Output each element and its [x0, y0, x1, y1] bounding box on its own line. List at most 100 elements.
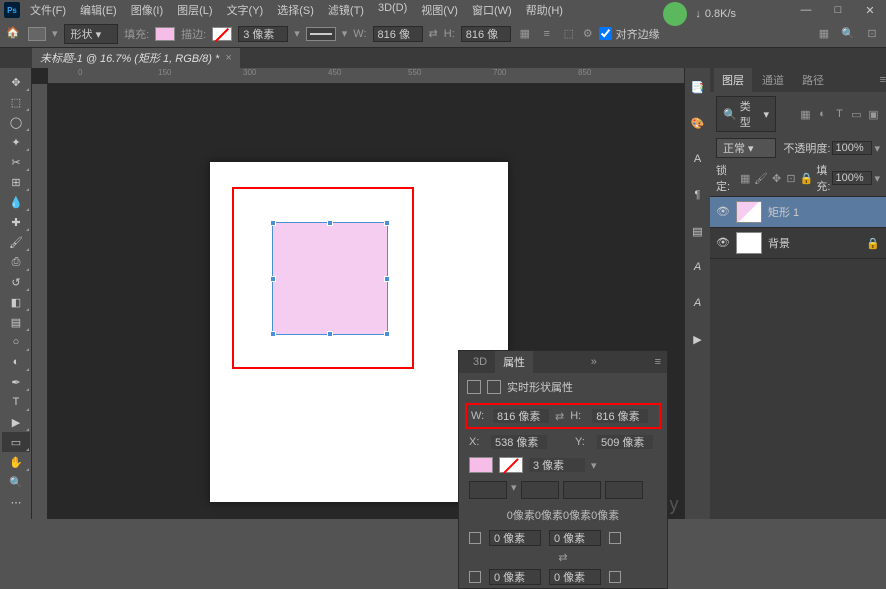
- layer-row-rect1[interactable]: 👁 矩形 1: [710, 197, 886, 228]
- history-brush-tool[interactable]: ↺: [2, 272, 30, 292]
- width-input[interactable]: [373, 26, 423, 42]
- color-dock-icon[interactable]: 🎨: [689, 114, 707, 132]
- layer-name[interactable]: 背景: [768, 235, 860, 251]
- lock-trans-icon[interactable]: ▦: [739, 171, 750, 185]
- filter-pixel-icon[interactable]: ▦: [799, 108, 812, 121]
- align-edges-checkbox[interactable]: [599, 27, 612, 40]
- menu-file[interactable]: 文件(F): [24, 0, 72, 20]
- blur-tool[interactable]: ○: [2, 332, 30, 352]
- menu-filter[interactable]: 滤镜(T): [322, 0, 370, 20]
- tab-channels[interactable]: 通道: [754, 68, 792, 92]
- para-dock-icon[interactable]: ¶: [689, 186, 707, 204]
- resize-handle-tr[interactable]: [384, 220, 390, 226]
- corner-tr-icon[interactable]: [609, 532, 621, 544]
- maximize-button[interactable]: □: [826, 2, 850, 18]
- type-tool[interactable]: T: [2, 392, 30, 412]
- eyedropper-tool[interactable]: 💧: [2, 192, 30, 212]
- panel-menu-icon[interactable]: ≡: [880, 74, 886, 86]
- history-dock-icon[interactable]: 📑: [689, 78, 707, 96]
- lasso-tool[interactable]: ◯: [2, 112, 30, 132]
- stroke-align-btn[interactable]: [521, 481, 559, 499]
- layer-filter-type[interactable]: 🔍 类型 ▾: [716, 96, 776, 132]
- tab-layers[interactable]: 图层: [714, 68, 752, 92]
- corner-br-icon[interactable]: [609, 571, 621, 583]
- visibility-icon[interactable]: 👁: [716, 236, 730, 250]
- crop-tool[interactable]: ✂: [2, 152, 30, 172]
- view-grid-icon[interactable]: ▦: [816, 26, 832, 42]
- link-wh-icon[interactable]: ⇄: [429, 27, 438, 40]
- workspace-icon[interactable]: ⊡: [864, 26, 880, 42]
- height-input[interactable]: [461, 26, 511, 42]
- marquee-tool[interactable]: ⬚: [2, 92, 30, 112]
- rectangle-shape[interactable]: [272, 222, 388, 335]
- search-icon[interactable]: 🔍: [840, 26, 856, 42]
- document-tab[interactable]: 未标题-1 @ 16.7% (矩形 1, RGB/8) * ×: [32, 48, 240, 68]
- corner-bl-icon[interactable]: [469, 571, 481, 583]
- rectangle-tool[interactable]: ▭: [2, 432, 30, 452]
- filter-type-icon[interactable]: T: [833, 108, 846, 121]
- corner-bl-input[interactable]: [489, 569, 541, 585]
- actions-dock-icon[interactable]: ▶: [689, 330, 707, 348]
- menu-image[interactable]: 图像(I): [125, 0, 169, 20]
- resize-handle-bl[interactable]: [270, 331, 276, 337]
- prop-w-input[interactable]: [493, 409, 549, 423]
- lock-pos-icon[interactable]: ✥: [771, 171, 782, 185]
- tab-close-icon[interactable]: ×: [225, 52, 231, 64]
- stroke-width-input[interactable]: [238, 26, 288, 42]
- corner-tl-input[interactable]: [489, 530, 541, 546]
- corner-tr-input[interactable]: [549, 530, 601, 546]
- gradient-tool[interactable]: ▤: [2, 312, 30, 332]
- stamp-tool[interactable]: ⎙: [2, 252, 30, 272]
- hand-tool[interactable]: ✋: [2, 452, 30, 472]
- menu-view[interactable]: 视图(V): [415, 0, 464, 20]
- eraser-tool[interactable]: ◧: [2, 292, 30, 312]
- gear-icon[interactable]: ⚙: [583, 27, 593, 40]
- panel-menu-icon[interactable]: ≡: [655, 356, 661, 368]
- menu-3d[interactable]: 3D(D): [372, 0, 413, 20]
- filter-shape-icon[interactable]: ▭: [850, 108, 863, 121]
- prop-stroke-width[interactable]: [529, 458, 585, 472]
- path-select-tool[interactable]: ▶: [2, 412, 30, 432]
- shape-mode-select[interactable]: 形状 ▾: [64, 24, 119, 44]
- resize-handle-bm[interactable]: [327, 331, 333, 337]
- arrange-icon[interactable]: ⬚: [561, 26, 577, 42]
- frame-tool[interactable]: ⊞: [2, 172, 30, 192]
- filter-adjust-icon[interactable]: ◐: [816, 108, 829, 121]
- layer-name[interactable]: 矩形 1: [768, 204, 880, 220]
- layer-thumbnail[interactable]: [736, 232, 762, 254]
- menu-layer[interactable]: 图层(L): [171, 0, 218, 20]
- prop-fill-swatch[interactable]: [469, 457, 493, 473]
- tab-properties[interactable]: 属性: [495, 351, 533, 373]
- styles-dock-icon[interactable]: A: [689, 294, 707, 312]
- stroke-style-select[interactable]: [306, 27, 336, 41]
- prop-h-input[interactable]: [592, 409, 648, 423]
- move-tool[interactable]: ✥: [2, 72, 30, 92]
- wand-tool[interactable]: ✦: [2, 132, 30, 152]
- lock-artboard-icon[interactable]: ⊡: [785, 171, 796, 185]
- fill-color-swatch[interactable]: [155, 27, 175, 41]
- opacity-input[interactable]: [832, 141, 872, 155]
- link-corners-icon[interactable]: ⇄: [558, 551, 567, 564]
- close-button[interactable]: ✕: [858, 2, 882, 18]
- resize-handle-tl[interactable]: [270, 220, 276, 226]
- minimize-button[interactable]: —: [794, 2, 818, 18]
- lock-pixel-icon[interactable]: 🖌: [754, 171, 768, 185]
- resize-handle-tm[interactable]: [327, 220, 333, 226]
- panel-collapse-icon[interactable]: »: [591, 356, 597, 368]
- path-ops-icon[interactable]: ▦: [517, 26, 533, 42]
- menu-select[interactable]: 选择(S): [271, 0, 320, 20]
- glyph-dock-icon[interactable]: A: [689, 258, 707, 276]
- prop-y-input[interactable]: [597, 435, 653, 449]
- stroke-cap-btn[interactable]: [563, 481, 601, 499]
- layer-row-bg[interactable]: 👁 背景 🔒: [710, 228, 886, 259]
- tool-preset-icon[interactable]: [28, 27, 46, 41]
- prop-stroke-swatch[interactable]: [499, 457, 523, 473]
- stroke-style-btn[interactable]: [469, 481, 507, 499]
- menu-edit[interactable]: 编辑(E): [74, 0, 123, 20]
- resize-handle-mr[interactable]: [384, 276, 390, 282]
- dodge-tool[interactable]: ◐: [2, 352, 30, 372]
- fill-opacity-input[interactable]: [832, 171, 872, 185]
- prop-x-input[interactable]: [491, 435, 547, 449]
- char-dock-icon[interactable]: A: [689, 150, 707, 168]
- link-wh-props-icon[interactable]: ⇄: [555, 410, 564, 423]
